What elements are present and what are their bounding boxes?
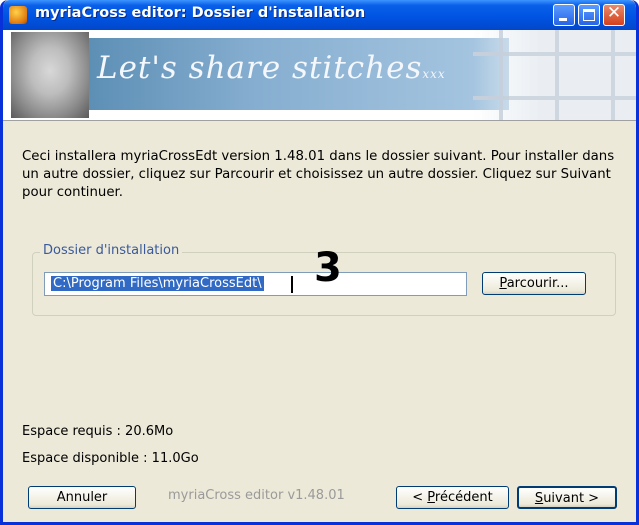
window-title: myriaCross editor: Dossier d'installatio…: [35, 5, 366, 21]
text-caret: [291, 276, 293, 293]
maximize-button[interactable]: [578, 4, 600, 26]
description-text: Ceci installera myriaCrossEdt version 1.…: [22, 149, 615, 200]
space-required: Espace requis : 20.6Mo: [22, 424, 174, 439]
install-path-value: C:\Program Files\myriaCrossEdt\: [51, 276, 264, 291]
back-label-mnemonic: P: [427, 490, 435, 505]
close-button[interactable]: ✕: [603, 3, 625, 26]
next-label-post: uivant >: [543, 491, 600, 506]
browse-button[interactable]: Parcourir...: [482, 272, 586, 295]
minimize-button[interactable]: [553, 4, 575, 26]
portrait-image: [11, 32, 89, 118]
browse-label-mnemonic: P: [499, 276, 507, 291]
browse-label-post: arcourir...: [506, 276, 569, 291]
minimize-icon: [559, 18, 567, 21]
version-text: myriaCross editor v1.48.01: [168, 488, 345, 503]
slogan-suffix: xxx: [422, 67, 446, 81]
maximize-icon: [583, 9, 595, 21]
back-button[interactable]: < Précédent: [396, 486, 509, 509]
close-icon: ✕: [606, 3, 622, 23]
cancel-button[interactable]: Annuler: [28, 486, 136, 509]
step-marker: 3: [314, 245, 342, 291]
install-path-input[interactable]: C:\Program Files\myriaCrossEdt\: [44, 272, 467, 296]
next-label-mnemonic: S: [534, 491, 544, 506]
slogan-text: Let's share stitches: [97, 50, 423, 86]
weave-pattern: [473, 30, 636, 120]
back-label-post: récédent: [434, 490, 493, 505]
next-button[interactable]: Suivant >: [517, 486, 617, 509]
install-folder-label: Dossier d'installation: [40, 243, 183, 258]
app-icon: [9, 6, 27, 24]
header-banner: Let's share stitchesxxx: [3, 30, 636, 121]
title-bar[interactable]: myriaCross editor: Dossier d'installatio…: [3, 0, 636, 30]
banner-slogan: Let's share stitchesxxx: [97, 50, 446, 86]
back-label-pre: <: [412, 490, 428, 505]
space-available: Espace disponible : 11.0Go: [22, 451, 199, 466]
